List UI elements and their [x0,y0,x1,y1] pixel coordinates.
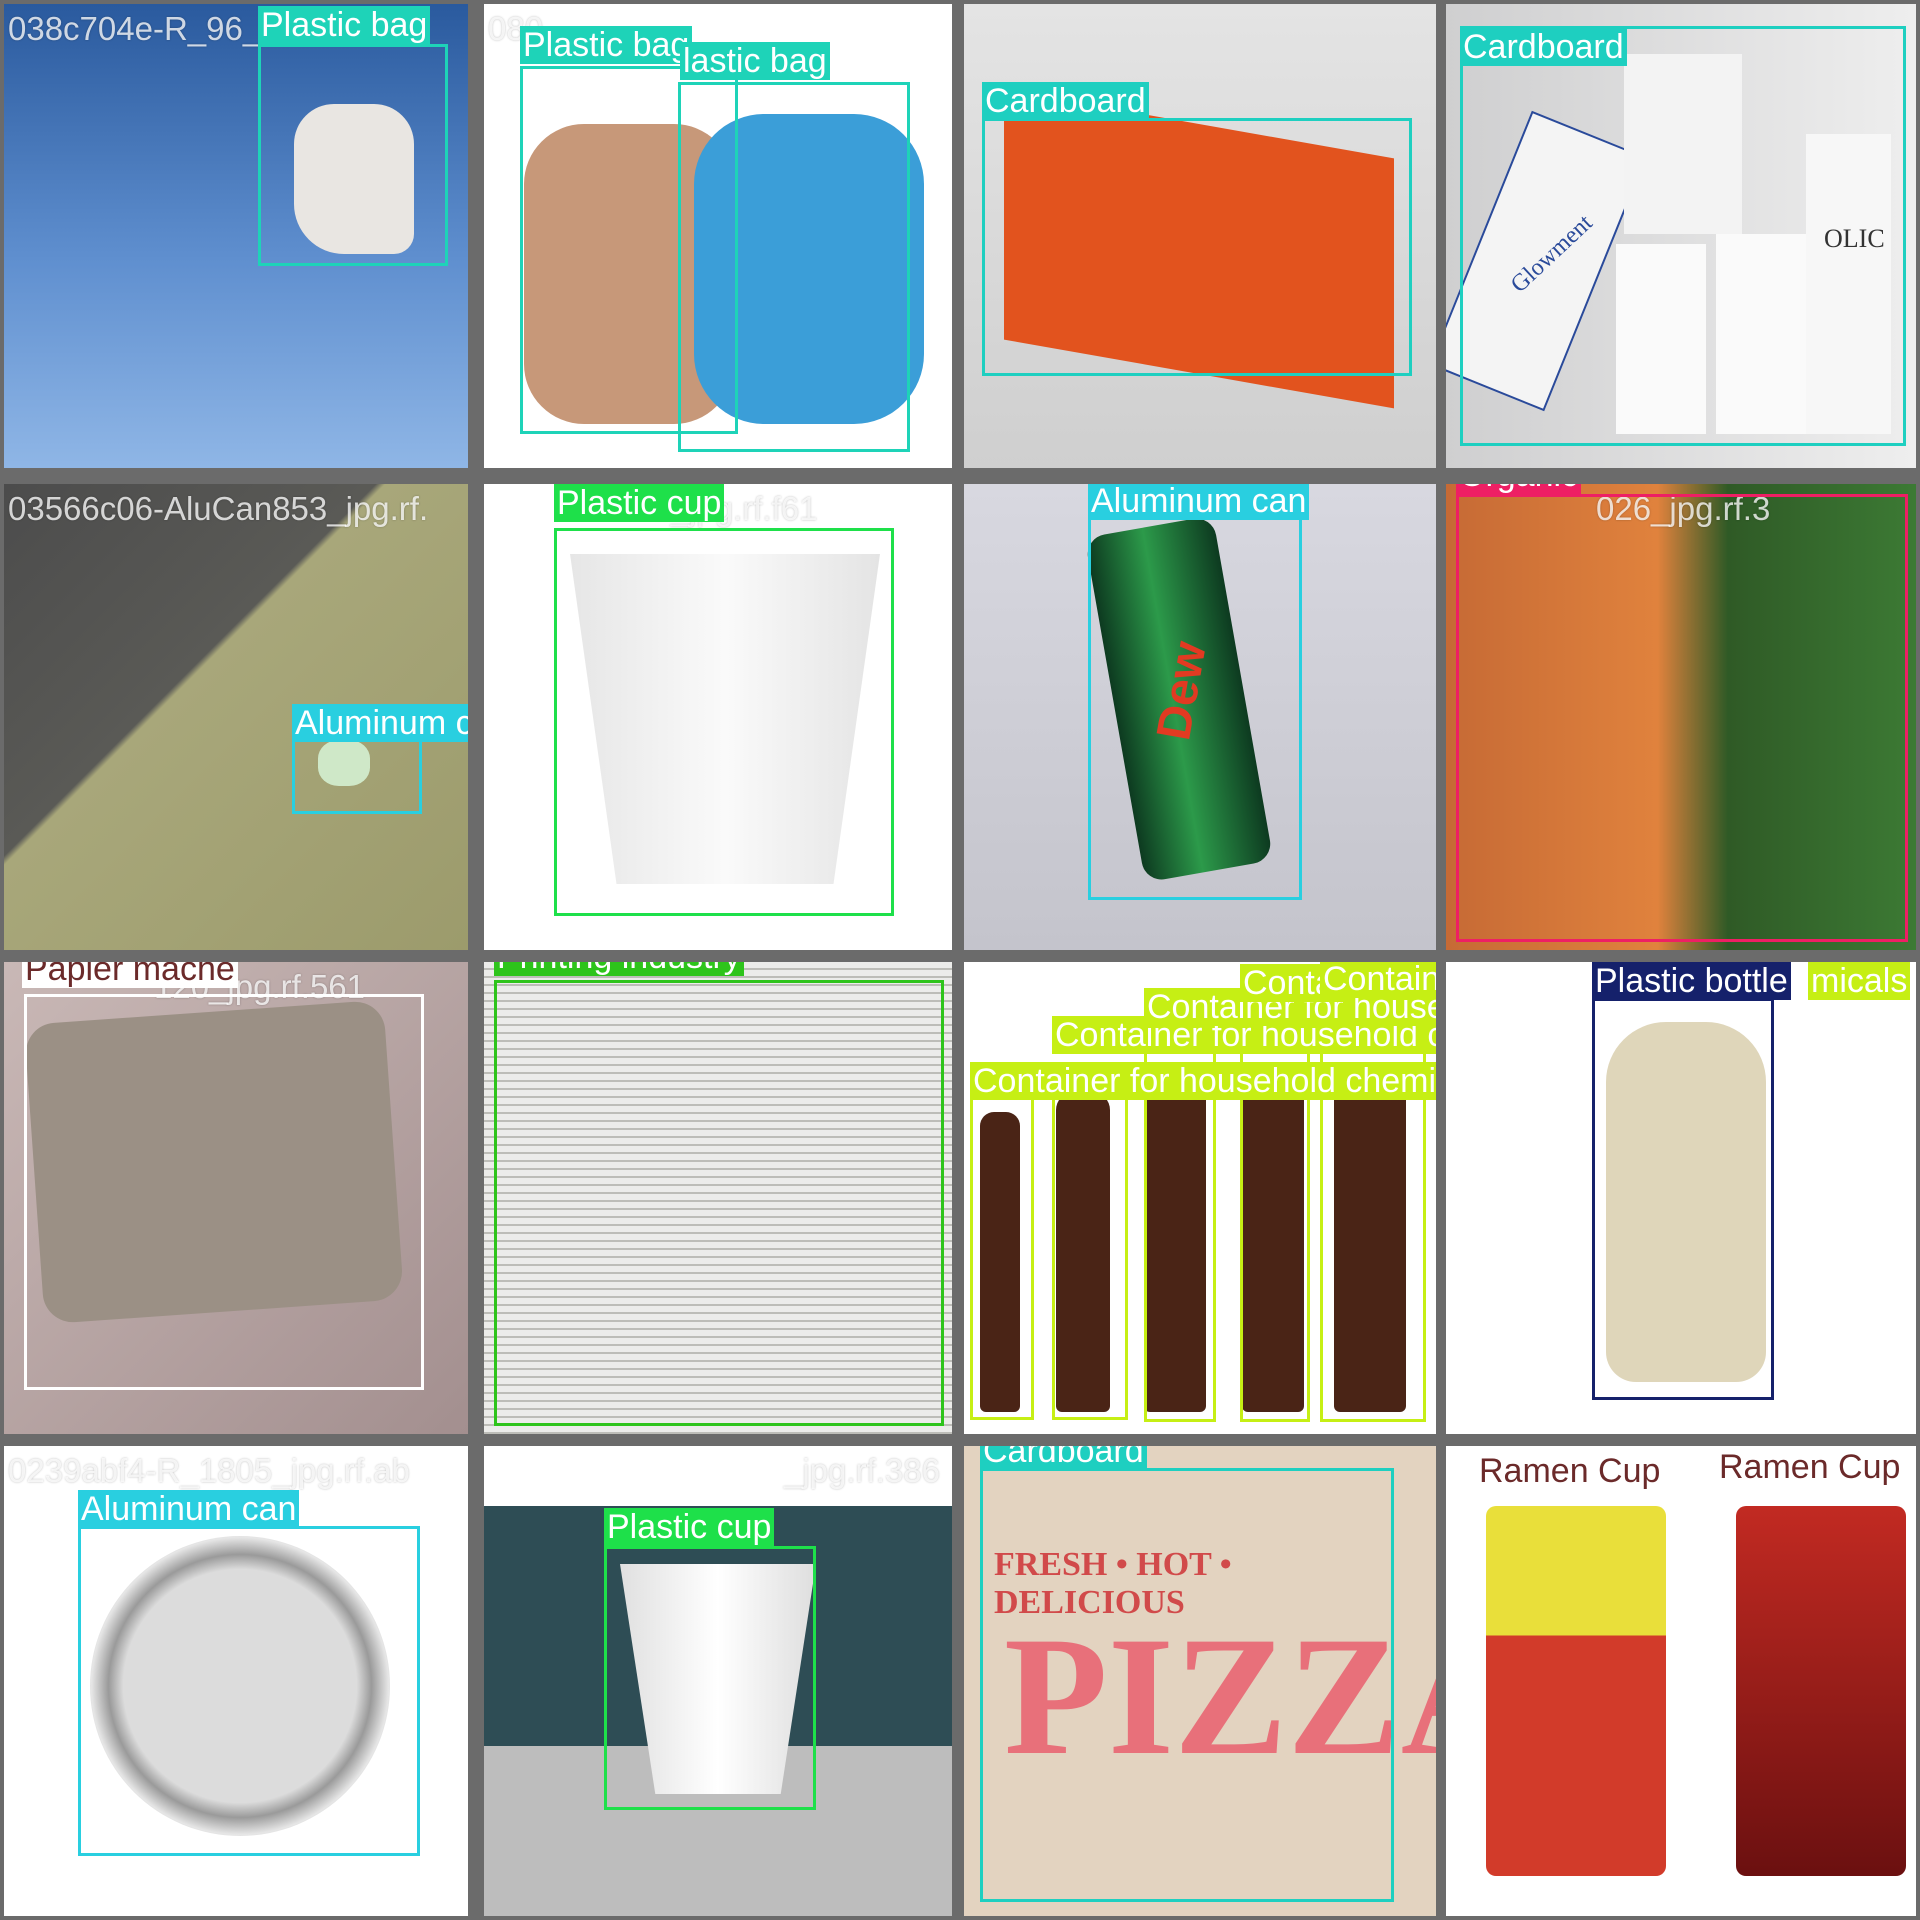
tile-newspaper: Printing industry [484,962,952,1434]
bbox-cardboard [982,118,1412,376]
bbox-label: Cardboard [1460,28,1627,66]
filename-label: 038c704e-R_96_ [8,10,262,47]
bbox-cardboard [980,1468,1394,1902]
bbox-plastic-cup [604,1546,816,1810]
bbox-label: Papier mache [22,962,238,988]
tile-plastic-bottle: Plastic bottle micals [1446,962,1916,1434]
yellow-ramen-cup [1486,1506,1666,1876]
bbox-label: Aluminum can [1088,484,1310,520]
bbox-organic [1456,494,1908,942]
filename-label: _jpg.rf.386 [784,1452,940,1489]
bbox-plastic-bag [258,44,448,266]
tile-pizza-box-top: FRESH • HOT • DELICIOUS PIZZA Cardboard [964,1446,1436,1916]
bbox-label: Plastic cup [604,1508,775,1546]
bbox-label: Cardboard [982,82,1149,120]
bbox-aluminum-can [1088,504,1302,900]
tile-brown-bottles: Container for household chemicals Contai… [964,962,1436,1434]
bbox-label: Aluminum can [292,704,468,742]
filename-label: 03566c06-AluCan853_jpg.rf. [8,490,429,527]
bbox-label: Printing industry [494,962,744,976]
filename-label: 0239abf4-R_1805_jpg.rf.ab [8,1452,410,1489]
bbox-papier-mache [24,994,424,1390]
bbox-printing-industry [494,980,944,1426]
tile-ramen-cups: Ramen Cup Ramen Cup [1446,1446,1916,1916]
bbox-container [970,1092,1034,1420]
tile-aluminum-can-dew: Dew Aluminum can [964,484,1436,950]
bbox-label: Ramen Cup [1716,1448,1904,1486]
bbox-label: Plastic bag [520,26,693,64]
bbox-label: Container for household chemicals [970,1062,1436,1100]
tile-plastic-cup: 42_jpg.rf.f61 Plastic cup [484,484,952,950]
tile-organic-carrots: 026_jpg.rf.3 Organic [1446,484,1916,950]
tile-plastic-cup-table: _jpg.rf.386 Plastic cup [484,1446,952,1916]
bbox-label: Ramen Cup [1476,1452,1664,1490]
tile-plastic-bag-sky: 038c704e-R_96_ Plastic bag [4,4,468,468]
tile-pizza-box-cardboard: Cardboard [964,4,1436,468]
bbox-aluminum-can [78,1526,420,1856]
red-ramen-cup [1736,1506,1906,1876]
bbox-label: micals [1808,962,1911,1000]
bbox-label: Plastic bag [258,6,431,44]
bbox-label: Aluminum can [78,1490,300,1528]
tile-aluminum-can-roof: 03566c06-AluCan853_jpg.rf. Aluminum can [4,484,468,950]
bbox-container [1052,1062,1128,1420]
bbox-container [1320,992,1426,1422]
bbox-label: Plastic cup [554,484,725,522]
bbox-label: lastic bag [680,42,830,80]
bbox-plastic-bag [678,82,910,452]
bbox-plastic-cup [554,528,894,916]
tile-papier-mache: 120_jpg.rf.561 Papier mache [4,962,468,1434]
bbox-plastic-bottle [1592,998,1774,1400]
detection-grid: { "colors": { "plastic_bag": "#1ed3b8", … [0,0,1920,1920]
bbox-cardboard [1460,26,1906,446]
bbox-label: Plastic bottle [1592,962,1791,1000]
bbox-label: Organic [1456,484,1582,494]
tile-plastic-bags: 080 Plastic bag lastic bag [484,4,952,468]
tile-can-top: 0239abf4-R_1805_jpg.rf.ab Aluminum can [4,1446,468,1916]
tile-medicine-boxes: Glowment OLIC Cardboard [1446,4,1916,468]
bbox-label: Cardboard [980,1446,1147,1470]
bbox-label: Container for he [1320,962,1436,998]
